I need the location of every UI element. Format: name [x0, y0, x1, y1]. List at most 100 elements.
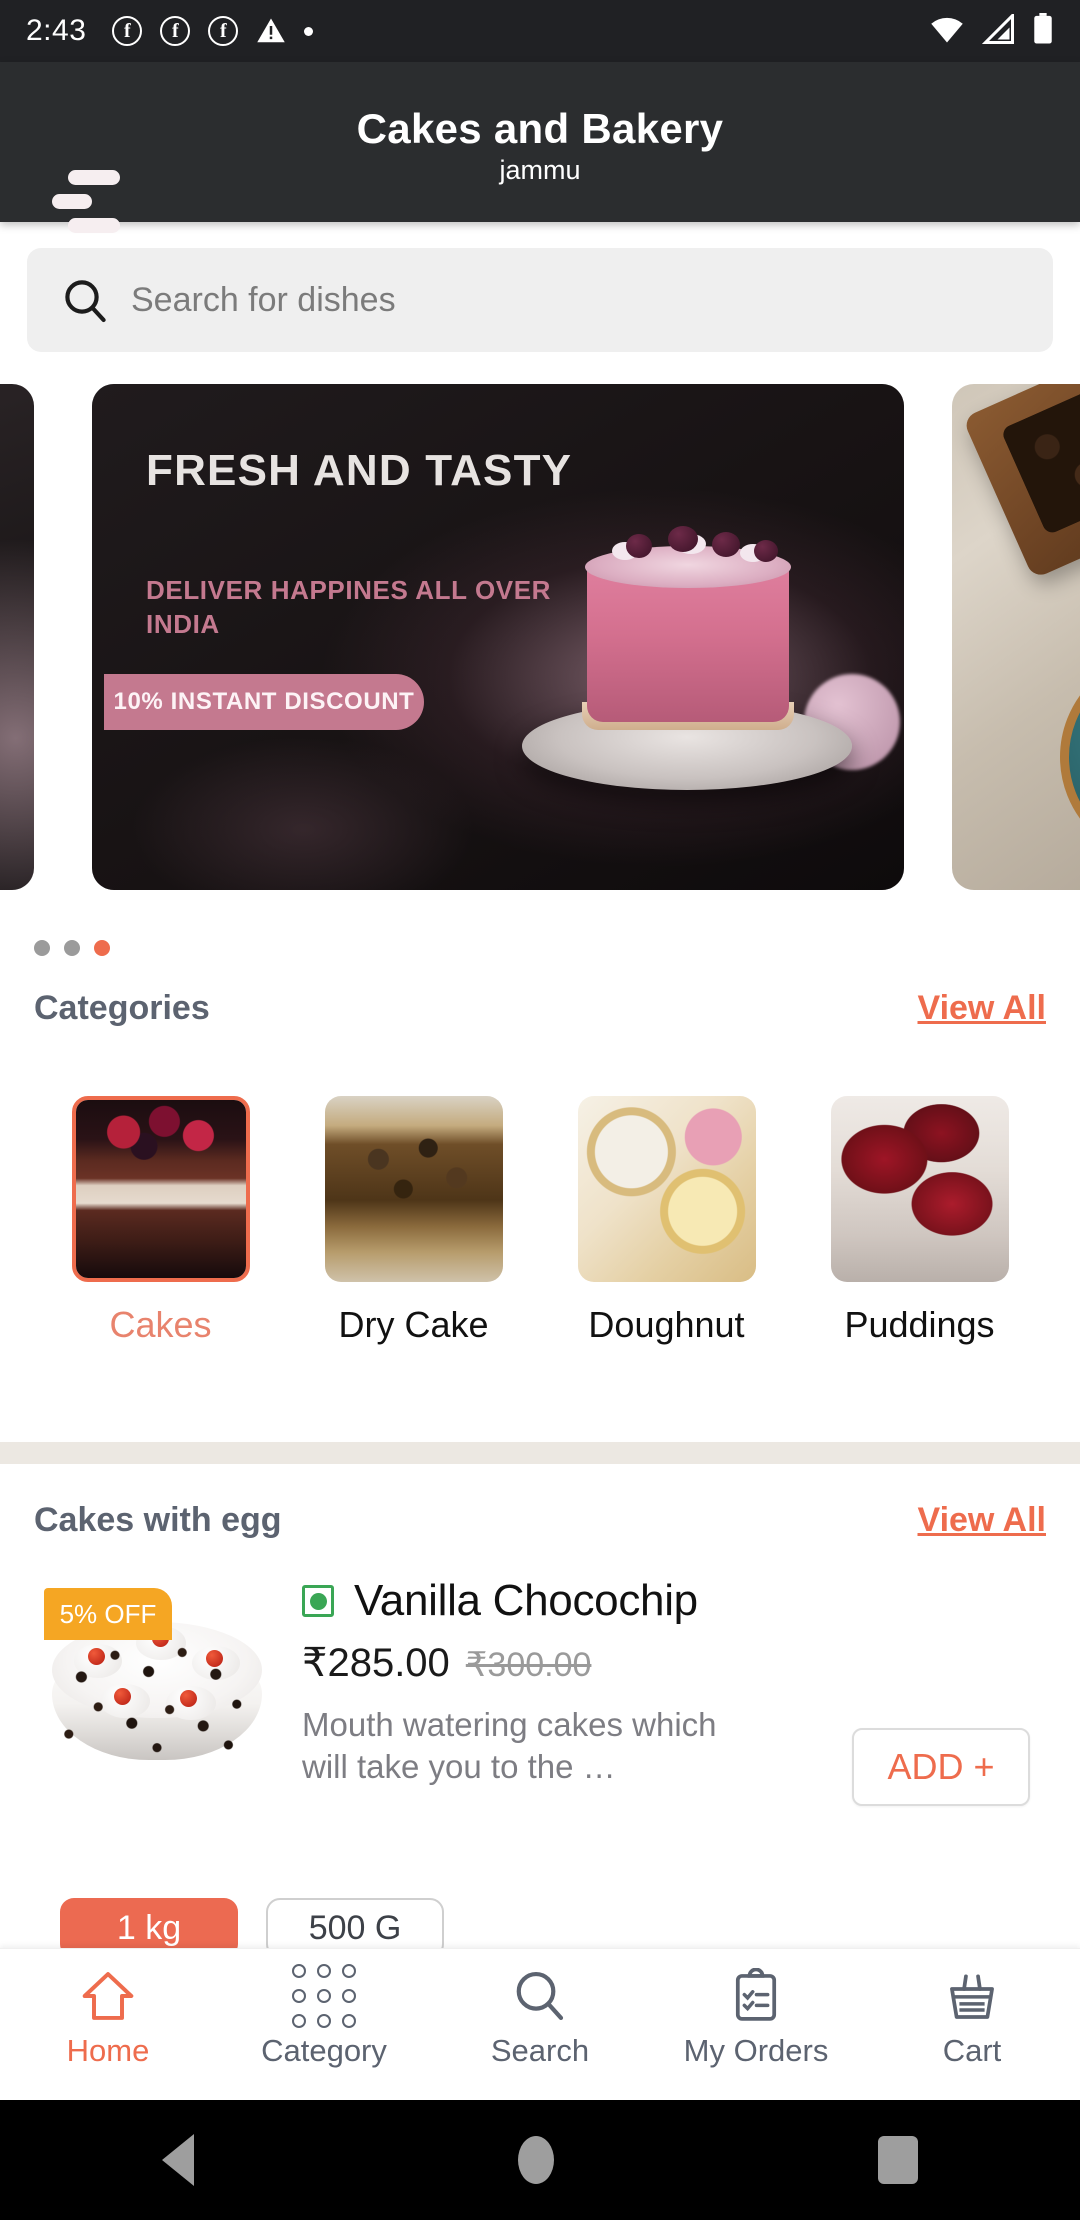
carousel-dot-2[interactable] [64, 940, 80, 956]
carousel-dot-1[interactable] [34, 940, 50, 956]
facebook-icon: f [160, 16, 191, 46]
warning-icon [256, 16, 286, 46]
dry-cake-photo [324, 1096, 503, 1282]
page-subtitle: jammu [499, 154, 581, 185]
search-icon [511, 1965, 569, 2027]
categories-title: Categories [34, 988, 210, 1027]
nav-item-my-orders[interactable]: My Orders [648, 1949, 864, 2069]
category-label: Dry Cake [338, 1304, 489, 1345]
status-bar-clock: 2:43 [26, 14, 87, 47]
banner-subtitle: DELIVER HAPPINES ALL OVER INDIA [146, 575, 552, 639]
banner-title: FRESH AND TASTY [146, 446, 573, 495]
product-card[interactable]: 5% OFF Vanilla Chocochip ₹285.00 ₹300.00… [0, 1568, 1080, 1958]
grid-dots-icon [292, 1964, 356, 2028]
dot-icon [304, 26, 314, 36]
veg-dot [309, 1592, 327, 1610]
product-title-row: Vanilla Chocochip [302, 1576, 782, 1626]
signal-icon [981, 11, 1016, 49]
battery-icon [1032, 12, 1054, 50]
category-thumbnail [71, 1096, 250, 1282]
carousel-dot-3[interactable] [94, 940, 110, 956]
product-description: Mouth watering cakes which will take you… [302, 1706, 717, 1786]
categories-view-all-link[interactable]: View All [918, 989, 1047, 1028]
category-thumbnail [324, 1096, 503, 1282]
android-navigation-bar [0, 2100, 1080, 2220]
wifi-icon [928, 14, 966, 49]
app-bar: Cakes and Bakery jammu [0, 62, 1080, 233]
discount-badge: 5% OFF [44, 1588, 172, 1640]
nav-label-cart: Cart [942, 2033, 1002, 2068]
discount-badge-label: 5% OFF [59, 1598, 157, 1629]
banner-slide-current[interactable]: FRESH AND TASTY DELIVER HAPPINES ALL OVE… [92, 384, 904, 890]
back-triangle-icon[interactable] [162, 2134, 194, 2186]
nav-label-home: Home [66, 2033, 150, 2068]
product-section-header: Cakes with egg View All [0, 1490, 1080, 1550]
product-original-price: ₹300.00 [465, 1646, 592, 1684]
section-divider [0, 1442, 1080, 1464]
search-bar[interactable]: Search for dishes [27, 248, 1053, 352]
search-icon [61, 276, 109, 324]
status-bar: 2:43 f f f [0, 0, 1080, 62]
category-item-puddings[interactable]: Puddings [793, 1096, 1046, 1356]
cherry-topping [114, 1688, 131, 1705]
facebook-icon: f [112, 16, 143, 46]
app-screen: 2:43 f f f Cakes and Bakery jammu Search… [0, 0, 1080, 2220]
category-label: Cakes [109, 1304, 212, 1345]
product-price-row: ₹285.00 ₹300.00 [302, 1640, 782, 1686]
banner-carousel[interactable]: FRESH AND TASTY DELIVER HAPPINES ALL OVE… [0, 384, 1080, 890]
banner-previous-image [0, 384, 34, 890]
facebook-icon: f [208, 16, 239, 46]
banner-berry-decor [712, 532, 740, 557]
product-info: Vanilla Chocochip ₹285.00 ₹300.00 Mouth … [302, 1576, 782, 1788]
banner-berry-decor [626, 534, 652, 558]
category-item-cakes[interactable]: Cakes [34, 1096, 287, 1356]
banner-discount-pill: 10% INSTANT DISCOUNT [104, 674, 424, 730]
product-thumbnail[interactable]: 5% OFF [44, 1588, 270, 1774]
app-bar-titles: Cakes and Bakery jammu [0, 62, 1080, 222]
product-price: ₹285.00 [302, 1641, 450, 1685]
banner-slide-previous[interactable] [0, 384, 34, 890]
search-input[interactable]: Search for dishes [131, 281, 396, 320]
banner-berry-decor [754, 540, 778, 562]
chocolate-chips [52, 1628, 262, 1764]
doughnut-photo [577, 1096, 756, 1282]
nav-item-cart[interactable]: Cart [864, 1949, 1080, 2069]
cake-with-berries-photo [75, 1100, 246, 1278]
puddings-photo [830, 1096, 1009, 1282]
category-item-dry-cake[interactable]: Dry Cake [287, 1096, 540, 1356]
cherry-topping [206, 1650, 223, 1667]
category-thumbnail [577, 1096, 756, 1282]
product-view-all-link[interactable]: View All [918, 1501, 1047, 1540]
page-title: Cakes and Bakery [356, 104, 724, 152]
bottom-navigation-bar: Home Category Search My Orders Cart [0, 1948, 1080, 2100]
clipboard-checklist-icon [727, 1965, 785, 2027]
nav-item-search[interactable]: Search [432, 1949, 648, 2069]
carousel-dots[interactable] [34, 940, 110, 956]
product-section-title: Cakes with egg [34, 1500, 282, 1539]
recents-square-icon[interactable] [878, 2136, 918, 2184]
basket-icon [943, 1965, 1001, 2027]
category-label: Puddings [844, 1304, 995, 1345]
banner-berry-decor [668, 526, 698, 552]
banner-slide-next[interactable] [952, 384, 1080, 890]
nav-label-search: Search [490, 2033, 590, 2068]
home-icon [79, 1965, 137, 2027]
banner-discount-label: 10% INSTANT DISCOUNT [113, 688, 415, 715]
categories-header: Categories View All [0, 978, 1080, 1038]
status-bar-notification-icons: f f f [112, 16, 314, 46]
categories-list[interactable]: Cakes Dry Cake Doughnut Puddings [34, 1096, 1046, 1356]
category-thumbnail [830, 1096, 1009, 1282]
status-bar-system-icons [928, 11, 1054, 50]
category-item-doughnut[interactable]: Doughnut [540, 1096, 793, 1356]
category-label: Doughnut [588, 1304, 745, 1345]
add-to-cart-label: ADD + [887, 1746, 995, 1787]
veg-indicator-icon [302, 1585, 334, 1617]
add-to-cart-button[interactable]: ADD + [852, 1728, 1030, 1806]
nav-item-home[interactable]: Home [0, 1949, 216, 2069]
cherry-topping [180, 1690, 197, 1707]
search-section: Search for dishes [0, 240, 1080, 372]
home-circle-icon[interactable] [518, 2136, 554, 2184]
nav-item-category[interactable]: Category [216, 1949, 432, 2069]
product-name: Vanilla Chocochip [354, 1576, 698, 1625]
nav-label-my-orders: My Orders [683, 2033, 829, 2068]
